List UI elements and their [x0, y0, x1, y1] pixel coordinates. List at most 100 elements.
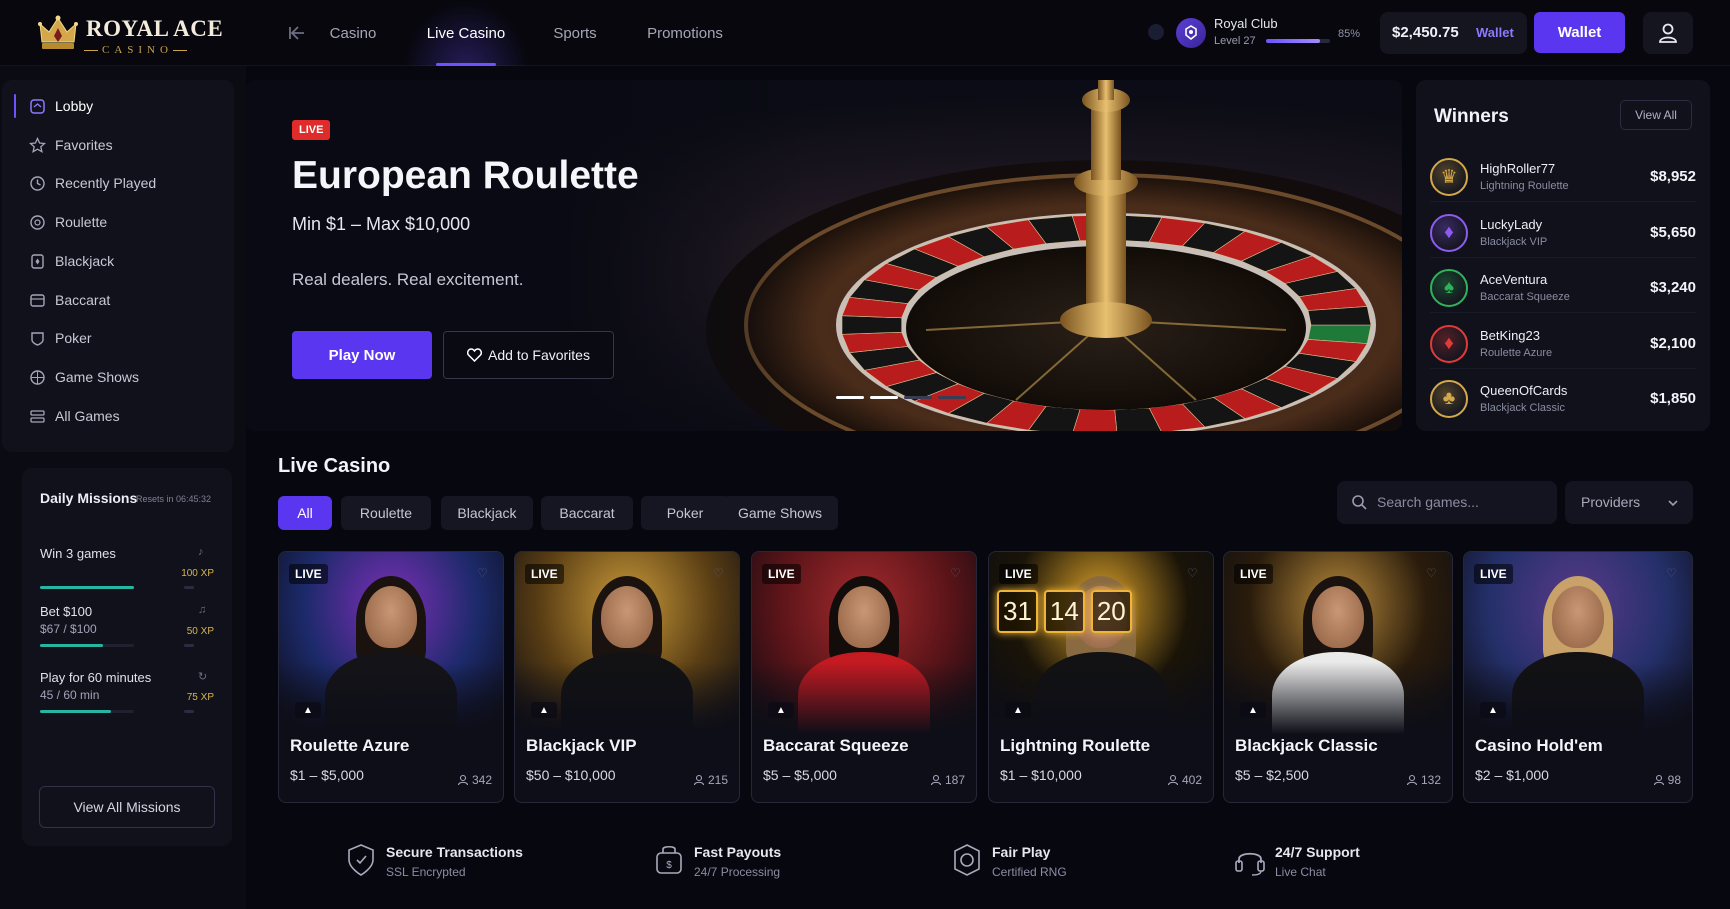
- feature-subtitle: SSL Encrypted: [386, 865, 466, 879]
- game-player-count: 402: [1167, 773, 1202, 787]
- diamond-red-icon: ♦: [1430, 324, 1468, 363]
- game-card-baccarat-squeeze[interactable]: LIVE ♡ ▲ Baccarat Squeeze $5 – $5,000 187: [751, 551, 977, 803]
- feature-subtitle: Certified RNG: [992, 865, 1067, 879]
- tab-promotions[interactable]: Promotions: [632, 0, 738, 66]
- tab-casino[interactable]: Casino: [316, 0, 390, 66]
- winner-row[interactable]: ♣ QueenOfCards Blackjack Classic $1,850: [1430, 372, 1696, 424]
- winner-row[interactable]: ♦ BetKing23 Roulette Azure $2,100: [1430, 317, 1696, 369]
- carousel-dot[interactable]: [836, 396, 864, 399]
- filter-chip-poker[interactable]: Poker: [641, 496, 729, 530]
- carousel-dot[interactable]: [904, 396, 932, 399]
- hero-bet-range: Min $1 – Max $10,000: [292, 214, 471, 234]
- mission-mini-indicator: [184, 644, 194, 647]
- user-profile-button[interactable]: [1643, 12, 1693, 54]
- sidebar-item-blackjack[interactable]: Blackjack: [14, 245, 224, 277]
- club-progress-bar: [1266, 39, 1330, 43]
- winner-row[interactable]: ♠ AceVentura Baccarat Squeeze $3,240: [1430, 261, 1696, 313]
- carousel-dot[interactable]: [870, 396, 898, 399]
- game-player-count: 215: [693, 773, 728, 787]
- sidebar-item-game-shows[interactable]: Game Shows: [14, 361, 224, 393]
- search-games-input[interactable]: Search games...: [1337, 481, 1557, 524]
- hero-tagline: Real dealers. Real excitement.: [292, 270, 524, 289]
- winner-name: AceVentura: [1480, 272, 1548, 287]
- logo[interactable]: ROYAL ACE CASINO: [36, 10, 223, 58]
- favorite-icon[interactable]: ♡: [477, 566, 491, 580]
- mission-progress-bar: [40, 644, 134, 647]
- sidebar-item-roulette[interactable]: Roulette: [14, 206, 224, 238]
- crown-icon: ♛: [1430, 158, 1468, 196]
- favorite-icon[interactable]: ♡: [1187, 566, 1201, 580]
- game-card-roulette-azure[interactable]: LIVE ♡ ▲ Roulette Azure $1 – $5,000 342: [278, 551, 504, 803]
- game-player-count: 132: [1406, 773, 1441, 787]
- add-to-favorites-button[interactable]: Add to Favorites: [443, 331, 614, 379]
- game-card-blackjack-vip[interactable]: LIVE ♡ ▲ Blackjack VIP $50 – $10,000 215: [514, 551, 740, 803]
- filter-chip-all[interactable]: All: [278, 496, 332, 530]
- favorite-icon[interactable]: ♡: [1426, 566, 1440, 580]
- game-card-blackjack-classic[interactable]: LIVE ♡ ▲ Blackjack Classic $5 – $2,500 132: [1223, 551, 1453, 803]
- filter-chip-roulette[interactable]: Roulette: [341, 496, 431, 530]
- player-count: 342: [471, 773, 492, 787]
- hero-banner[interactable]: LIVE European Roulette Min $1 – Max $10,…: [246, 80, 1402, 431]
- view-all-missions-button[interactable]: View All Missions: [39, 786, 215, 828]
- sidebar-item-label: Favorites: [55, 136, 113, 153]
- providers-dropdown[interactable]: Providers: [1565, 481, 1693, 524]
- lightning-multipliers: 31 14 20: [997, 590, 1132, 633]
- add-to-favorites-label: Add to Favorites: [488, 347, 590, 363]
- sidebar-item-baccarat[interactable]: Baccarat: [14, 284, 224, 316]
- sidebar-item-favorites[interactable]: Favorites: [14, 129, 224, 161]
- crown-logo-icon: [38, 15, 78, 49]
- players-icon: [1406, 774, 1418, 786]
- wallet-button[interactable]: Wallet: [1534, 12, 1625, 53]
- back-button[interactable]: [284, 22, 308, 44]
- tab-live-casino[interactable]: Live Casino: [402, 0, 530, 66]
- mission-progress-text: 45 / 60 min: [40, 688, 100, 702]
- card-live-badge: LIVE: [1474, 564, 1513, 584]
- favorite-icon[interactable]: ♡: [713, 566, 727, 580]
- winner-game: Blackjack VIP: [1480, 235, 1548, 248]
- sidebar-item-poker[interactable]: Poker: [14, 322, 224, 354]
- card-live-badge: LIVE: [289, 564, 328, 584]
- top-bar: ROYAL ACE CASINO Casino Live Casino Spor…: [0, 0, 1730, 66]
- sidebar-item-lobby[interactable]: Lobby: [14, 90, 224, 122]
- winners-view-all-button[interactable]: View All: [1620, 100, 1692, 130]
- game-bet-range: $50 – $10,000: [526, 767, 616, 783]
- game-player-count: 187: [930, 773, 965, 787]
- carousel-dot[interactable]: [938, 396, 966, 399]
- filter-chip-blackjack[interactable]: Blackjack: [441, 496, 533, 530]
- player-count: 215: [707, 773, 728, 787]
- carousel-indicators: [836, 396, 976, 400]
- winner-row[interactable]: ♛ HighRoller77 Lightning Roulette $8,952: [1430, 150, 1696, 202]
- hero-title: European Roulette: [292, 154, 639, 197]
- winners-panel: Winners View All ♛ HighRoller77 Lightning …: [1416, 80, 1710, 431]
- lightning-number: 20: [1090, 590, 1132, 633]
- provider-logo-icon: ▲: [531, 702, 557, 718]
- game-card-casino-hold-em[interactable]: LIVE ♡ ▲ Casino Hold'em $2 – $1,000 98: [1463, 551, 1693, 803]
- tab-sports[interactable]: Sports: [538, 0, 612, 66]
- card-live-badge: LIVE: [525, 564, 564, 584]
- winner-amount: $1,850: [1650, 390, 1696, 407]
- notification-dot[interactable]: [1148, 24, 1164, 40]
- filter-chip-game-shows[interactable]: Game Shows: [722, 496, 838, 530]
- balance-display[interactable]: $2,450.75 Wallet: [1380, 12, 1527, 54]
- game-card-lightning-roulette[interactable]: 31 14 20 LIVE ♡ ▲ Lightning Roulette $1 – $10,0…: [988, 551, 1214, 803]
- game-player-count: 98: [1653, 773, 1681, 787]
- play-now-button[interactable]: Play Now: [292, 331, 432, 379]
- baccarat-icon: [30, 293, 45, 307]
- sidebar-item-label: Blackjack: [55, 252, 115, 269]
- mission-status-icon: ♫: [198, 604, 207, 616]
- mission-name: Play for 60 minutes: [40, 670, 152, 685]
- club-level: Level 27: [1214, 35, 1256, 47]
- winner-row[interactable]: ♦ LuckyLady Blackjack VIP $5,650: [1430, 206, 1696, 258]
- gameshow-icon: [30, 370, 45, 385]
- favorite-icon[interactable]: ♡: [950, 566, 964, 580]
- provider-logo-icon: ▲: [295, 702, 321, 718]
- club-name: Royal Club: [1214, 16, 1278, 31]
- mission-xp-reward: 75 XP: [186, 692, 214, 703]
- favorite-icon[interactable]: ♡: [1666, 566, 1680, 580]
- players-icon: [930, 774, 942, 786]
- hero-live-badge: LIVE: [292, 120, 331, 140]
- filter-chip-baccarat[interactable]: Baccarat: [541, 496, 633, 530]
- sidebar-item-recently-played[interactable]: Recently Played: [14, 167, 224, 199]
- sidebar-item-all-games[interactable]: All Games: [14, 400, 224, 432]
- club-progress-label: 85%: [1338, 28, 1361, 40]
